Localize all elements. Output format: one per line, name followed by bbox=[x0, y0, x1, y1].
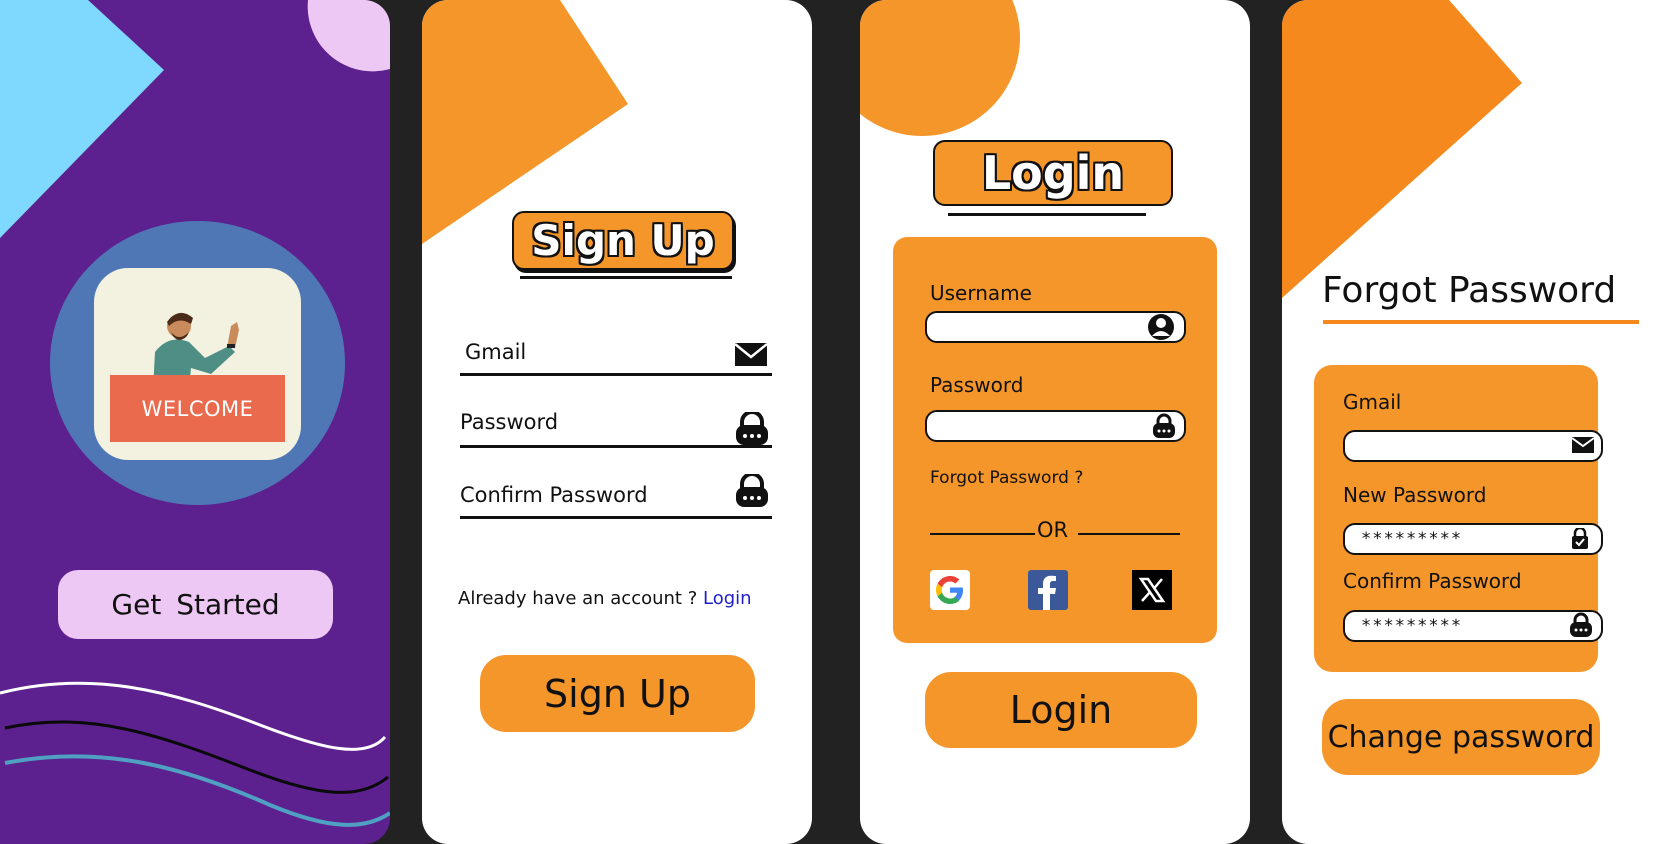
user-icon bbox=[1148, 314, 1174, 340]
login-link[interactable]: Login bbox=[703, 588, 752, 609]
lock-icon bbox=[1570, 612, 1592, 637]
login-title-underline bbox=[948, 213, 1146, 216]
new-password-input[interactable]: ********* bbox=[1343, 523, 1603, 555]
account-prompt-text: Already have an account ? bbox=[458, 588, 698, 609]
login-screen: Login Username Password Forgot Password … bbox=[860, 0, 1250, 844]
signup-button[interactable]: Sign Up bbox=[480, 655, 755, 732]
forgot-password-screen: Forgot Password Gmail New Password *****… bbox=[1282, 0, 1672, 844]
password-input[interactable] bbox=[925, 410, 1186, 442]
signup-screen: Sign Up Gmail Password Confirm Password … bbox=[422, 0, 812, 844]
facebook-login-button[interactable] bbox=[1028, 570, 1068, 610]
orange-triangle bbox=[1282, 0, 1522, 298]
welcome-screen: WELCOME Get Started bbox=[0, 0, 390, 844]
forgot-decoration bbox=[1282, 0, 1522, 298]
lilac-circle-corner bbox=[305, 0, 390, 72]
login-decoration bbox=[860, 0, 1020, 136]
mail-icon bbox=[734, 343, 768, 366]
google-login-button[interactable] bbox=[930, 570, 970, 610]
google-icon bbox=[936, 576, 963, 604]
forgot-password-title: Forgot Password bbox=[1322, 270, 1617, 311]
or-divider-left bbox=[930, 533, 1035, 535]
forgot-title-underline bbox=[1323, 320, 1639, 324]
get-started-button[interactable]: Get Started bbox=[58, 570, 333, 639]
or-divider-text: OR bbox=[1037, 518, 1069, 542]
lock-icon bbox=[736, 474, 768, 507]
gmail-input[interactable] bbox=[1343, 430, 1603, 462]
mail-icon bbox=[1571, 437, 1595, 453]
login-button[interactable]: Login bbox=[925, 672, 1197, 748]
lock-check-icon bbox=[1572, 528, 1588, 549]
confirm-password-input[interactable]: ********* bbox=[1343, 610, 1603, 642]
login-title: Login bbox=[933, 140, 1173, 206]
lock-icon bbox=[1153, 413, 1175, 438]
password-field[interactable] bbox=[460, 445, 772, 448]
x-icon bbox=[1138, 577, 1166, 603]
username-label: Username bbox=[930, 281, 1032, 305]
confirm-password-label: Confirm Password bbox=[1343, 569, 1522, 593]
x-login-button[interactable] bbox=[1132, 570, 1172, 610]
change-password-button[interactable]: Change password bbox=[1322, 699, 1600, 775]
confirm-password-field[interactable] bbox=[460, 516, 772, 519]
orange-triangle bbox=[422, 0, 628, 244]
facebook-icon bbox=[1038, 575, 1056, 610]
light-blue-triangle bbox=[0, 0, 164, 238]
new-password-label: New Password bbox=[1343, 483, 1487, 507]
gmail-field[interactable] bbox=[460, 373, 772, 376]
password-label: Password bbox=[460, 410, 559, 434]
orange-circle bbox=[860, 0, 1020, 136]
signup-title: Sign Up bbox=[512, 211, 734, 270]
lock-icon bbox=[736, 412, 768, 445]
confirm-password-label: Confirm Password bbox=[460, 483, 648, 507]
white-wave bbox=[0, 681, 387, 751]
gmail-label: Gmail bbox=[465, 340, 527, 364]
forgot-password-link[interactable]: Forgot Password ? bbox=[930, 468, 1083, 488]
welcome-sign: WELCOME bbox=[110, 375, 285, 442]
signup-title-underline bbox=[520, 276, 732, 279]
password-label: Password bbox=[930, 373, 1024, 397]
gmail-label: Gmail bbox=[1343, 390, 1402, 414]
account-prompt: Already have an account ? Login bbox=[458, 588, 752, 609]
or-divider-right bbox=[1078, 533, 1180, 535]
